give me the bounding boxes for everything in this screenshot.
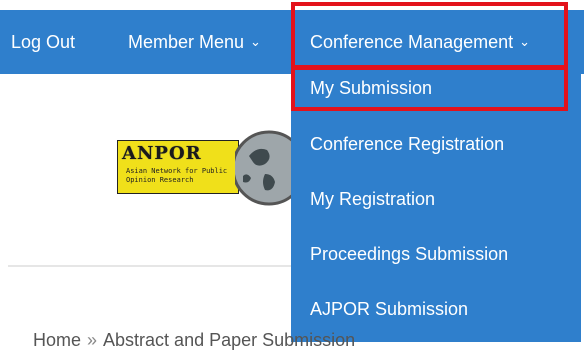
conference-management-link[interactable]: Conference Management ⌄ xyxy=(310,10,530,74)
log-out-label: Log Out xyxy=(11,32,76,52)
menu-item-conference-registration[interactable]: Conference Registration xyxy=(310,134,504,155)
menu-item-my-submission[interactable]: My Submission xyxy=(310,78,432,99)
menu-item-proceedings-submission[interactable]: Proceedings Submission xyxy=(310,244,508,265)
logo-subtitle: Asian Network for Public Opinion Researc… xyxy=(126,167,228,184)
conference-management-dropdown: My Submission Conference Registration My… xyxy=(291,74,581,342)
conference-management-label: Conference Management xyxy=(310,32,514,52)
breadcrumb: Home » Abstract and Paper Submission xyxy=(33,330,355,351)
globe-icon xyxy=(235,130,291,206)
menu-item-ajpor-submission[interactable]: AJPOR Submission xyxy=(310,299,468,320)
logo-banner: ANPOR Asian Network for Public Opinion R… xyxy=(117,140,239,194)
top-navbar: Log Out Member Menu ⌄ Conference Manageme… xyxy=(0,10,584,74)
breadcrumb-separator: » xyxy=(87,330,98,350)
member-menu-label: Member Menu xyxy=(128,32,245,52)
active-underline xyxy=(310,67,546,69)
breadcrumb-current: Abstract and Paper Submission xyxy=(103,330,356,350)
chevron-down-icon: ⌄ xyxy=(250,34,261,49)
breadcrumb-home-link[interactable]: Home xyxy=(33,330,81,350)
menu-item-my-registration[interactable]: My Registration xyxy=(310,189,435,210)
logo-title: ANPOR xyxy=(122,143,202,164)
member-menu-link[interactable]: Member Menu ⌄ xyxy=(128,10,261,74)
chevron-down-icon: ⌄ xyxy=(519,34,531,49)
header-separator xyxy=(8,265,291,267)
log-out-link[interactable]: Log Out xyxy=(11,10,75,74)
